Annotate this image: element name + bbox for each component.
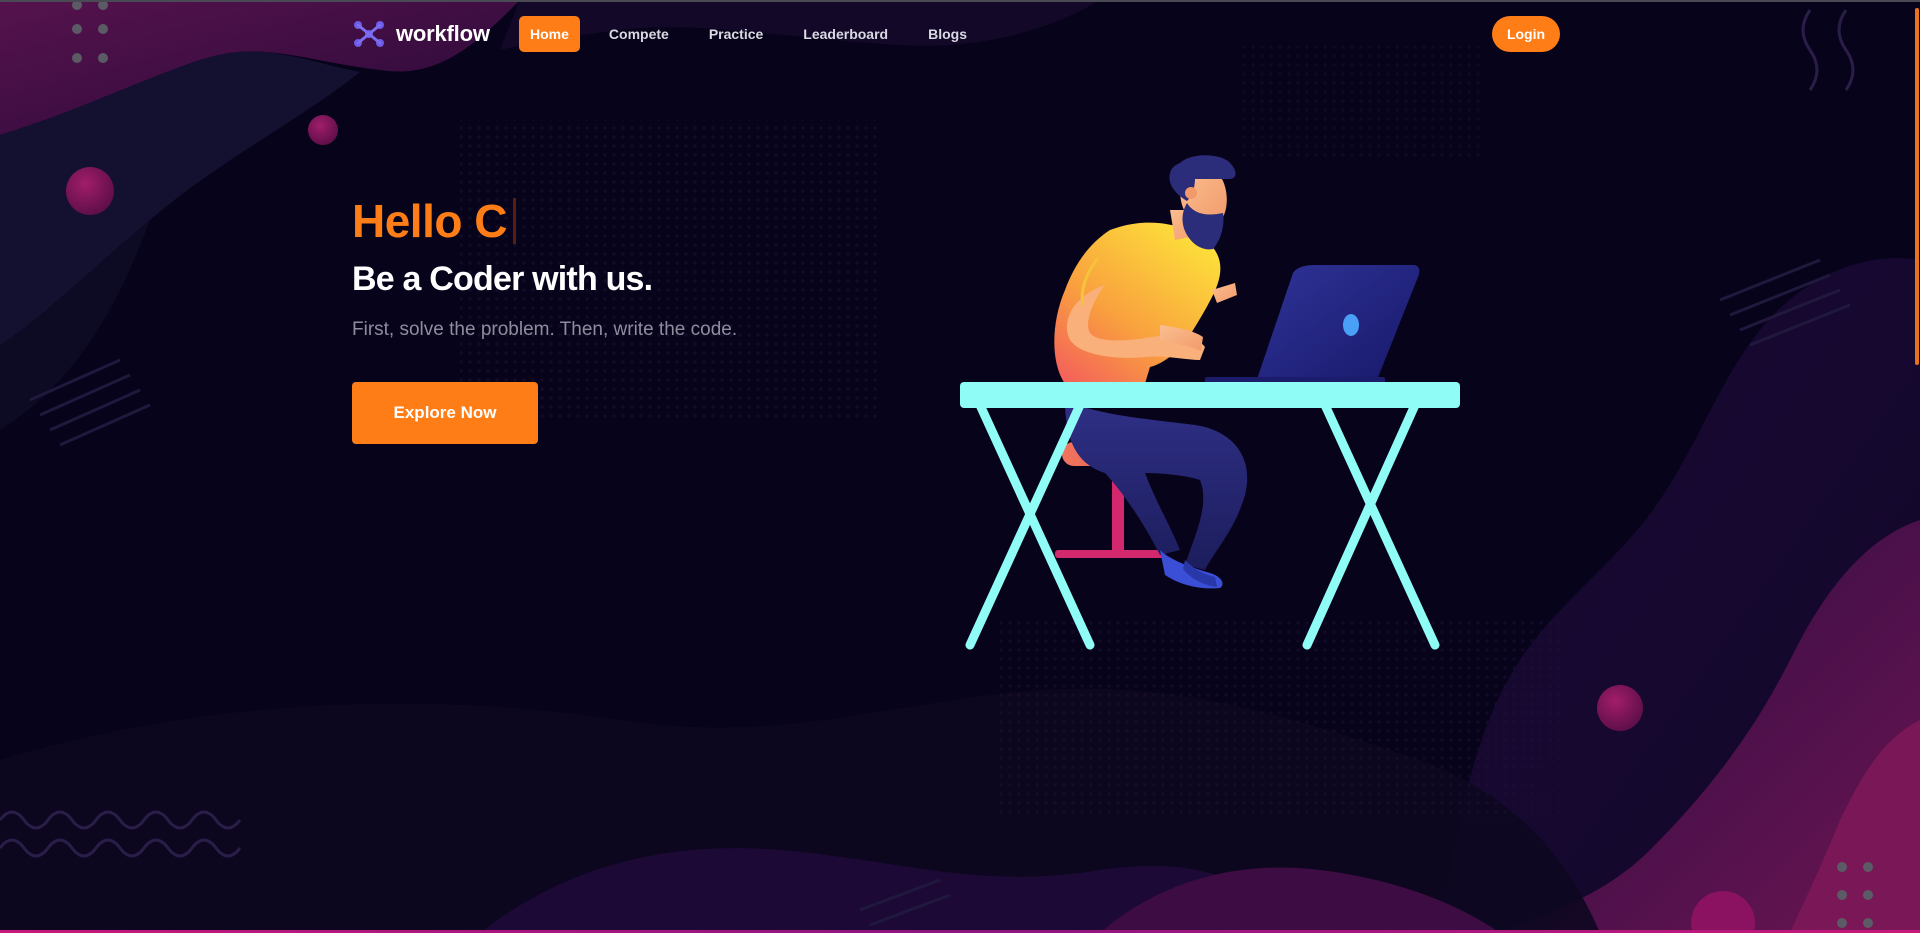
explore-now-button[interactable]: Explore Now xyxy=(352,382,538,444)
typing-cursor xyxy=(512,198,516,244)
nav-item-practice[interactable]: Practice xyxy=(698,16,774,52)
brand[interactable]: workflow xyxy=(352,16,490,52)
hero-greeting: Hello C xyxy=(352,190,912,252)
hero-section: Hello C Be a Coder with us. First, solve… xyxy=(352,190,912,444)
scrollbar-thumb[interactable] xyxy=(1915,8,1919,365)
top-border xyxy=(0,0,1920,2)
navbar: workflow Home Compete Practice Leaderboa… xyxy=(352,16,1560,52)
workflow-logo-icon xyxy=(354,21,384,47)
login-button[interactable]: Login xyxy=(1492,16,1560,52)
nav-item-blogs[interactable]: Blogs xyxy=(917,16,978,52)
hero-subtitle: First, solve the problem. Then, write th… xyxy=(352,319,738,340)
page-scrollbar[interactable] xyxy=(1914,0,1920,933)
brand-name: workflow xyxy=(396,21,490,46)
coder-at-desk-illustration xyxy=(960,155,1460,650)
hero-tagline: Be a Coder with us. xyxy=(352,260,653,298)
main-nav: Home Compete Practice Leaderboard Blogs xyxy=(519,16,996,52)
nav-item-leaderboard[interactable]: Leaderboard xyxy=(792,16,899,52)
nav-item-compete[interactable]: Compete xyxy=(598,16,680,52)
nav-item-home[interactable]: Home xyxy=(519,16,580,52)
typed-greeting-text: Hello C xyxy=(352,195,507,247)
